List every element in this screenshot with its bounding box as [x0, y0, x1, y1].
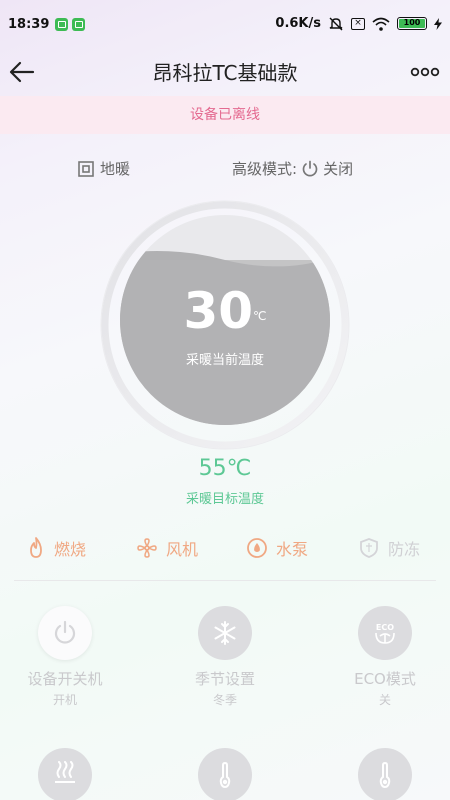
battery-icon: 100 — [397, 17, 427, 30]
eco-button[interactable]: ECO — [358, 606, 412, 660]
charging-icon — [434, 17, 442, 30]
status-burning: 燃烧 — [26, 536, 86, 560]
power-icon — [302, 160, 318, 176]
snowflake-icon — [214, 621, 236, 645]
more-options-icon[interactable] — [410, 60, 440, 84]
current-temperature-value: 30 — [183, 282, 254, 340]
divider — [14, 580, 436, 581]
status-bar: 18:39 0.6K/s × 100 — [0, 0, 450, 48]
floor-heating-label: 地暖 — [100, 160, 131, 178]
device-status-row: 燃烧 风机 水泵 防冻 — [0, 536, 450, 566]
mute-icon — [329, 17, 343, 30]
mode-row: 地暖 高级模式: 关闭 — [0, 150, 450, 186]
eco-mode-value: 关 — [378, 693, 391, 707]
wifi-icon — [372, 17, 390, 31]
status-indicators: 0.6K/s × 100 — [275, 16, 442, 31]
eco-mode-control[interactable]: ECO ECO模式 关 — [320, 606, 450, 708]
thermometer-control[interactable] — [320, 748, 450, 800]
season-setting-label: 季节设置 — [194, 670, 255, 688]
floor-heating-icon — [78, 160, 94, 177]
sim-icon: × — [351, 17, 365, 30]
target-temperature-caption: 采暖目标温度 — [185, 492, 264, 507]
notification-app-icon — [55, 17, 69, 31]
network-speed: 0.6K/s — [275, 16, 321, 31]
eco-icon: ECO — [375, 623, 395, 644]
offline-banner: 设备已离线 — [0, 96, 450, 134]
thermometer-button[interactable] — [198, 748, 252, 800]
thermometer-control[interactable] — [160, 748, 290, 800]
advanced-mode-value: 关闭 — [323, 160, 354, 178]
status-antifreeze-label: 防冻 — [388, 540, 421, 559]
status-fan: 风机 — [136, 536, 198, 560]
advanced-mode[interactable]: 高级模式: 关闭 — [232, 158, 353, 179]
advanced-mode-label: 高级模式: — [232, 160, 298, 178]
nav-bar: 昂科拉TC基础款 — [0, 48, 450, 96]
status-pump-label: 水泵 — [276, 540, 309, 559]
notification-app-icon — [72, 17, 86, 31]
season-button[interactable] — [198, 606, 252, 660]
floor-heating-mode[interactable]: 地暖 — [78, 158, 130, 179]
heating-icon — [55, 761, 75, 783]
page-title: 昂科拉TC基础款 — [152, 61, 298, 85]
target-temperature-value[interactable]: 55℃ — [0, 456, 450, 481]
current-temperature: 30℃ — [0, 282, 450, 340]
power-icon — [54, 620, 76, 644]
power-switch-control[interactable]: 设备开关机 开机 — [0, 606, 130, 708]
season-setting-control[interactable]: 季节设置 冬季 — [160, 606, 290, 708]
flame-icon — [30, 537, 42, 558]
power-switch-label: 设备开关机 — [27, 670, 103, 688]
season-setting-value: 冬季 — [212, 693, 237, 707]
thermometer-button[interactable] — [358, 748, 412, 800]
svg-text:ECO: ECO — [376, 623, 394, 632]
status-pump: 水泵 — [246, 536, 308, 560]
fan-icon — [137, 538, 157, 558]
battery-level: 100 — [399, 19, 425, 28]
heating-button[interactable] — [38, 748, 92, 800]
status-fan-label: 风机 — [166, 540, 199, 559]
pump-icon — [247, 538, 267, 558]
shield-icon — [360, 538, 378, 558]
current-temperature-caption: 采暖当前温度 — [185, 353, 264, 368]
eco-mode-label: ECO模式 — [354, 670, 416, 688]
current-temperature-unit: ℃ — [253, 309, 267, 323]
status-burning-label: 燃烧 — [54, 540, 87, 559]
status-time: 18:39 — [8, 16, 50, 32]
thermometer-icon — [219, 761, 231, 789]
thermometer-icon — [379, 761, 391, 789]
status-antifreeze: 防冻 — [358, 536, 420, 560]
heating-control[interactable] — [0, 748, 130, 800]
power-switch-value: 开机 — [52, 693, 77, 707]
power-button[interactable] — [38, 606, 92, 660]
